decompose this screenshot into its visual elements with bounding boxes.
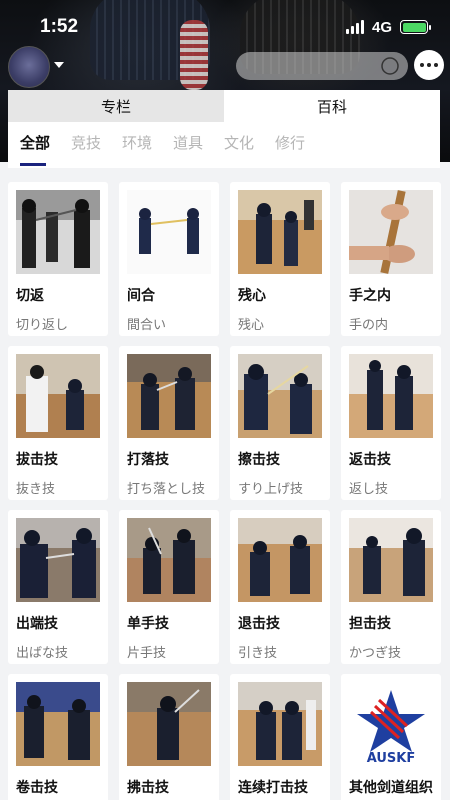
avatar[interactable] xyxy=(8,46,50,88)
card-subtitle: 打ち落とし技 xyxy=(127,482,206,497)
kendo-photo xyxy=(238,190,322,274)
category-tabs: 全部 竞技 环境 道具 文化 修行 xyxy=(8,122,440,168)
card-subtitle: 間合い xyxy=(127,318,167,333)
auskf-logo: AUSKF xyxy=(349,682,433,766)
category-tab-culture[interactable]: 文化 xyxy=(224,122,275,168)
more-button[interactable] xyxy=(414,50,444,80)
kendo-photo xyxy=(16,682,100,766)
card-title: 单手技 xyxy=(127,616,169,632)
card-title: 担击技 xyxy=(349,616,391,632)
card-subtitle: 引き技 xyxy=(238,646,278,661)
card-katsugi[interactable]: 担击技 かつぎ技 xyxy=(341,510,441,664)
card-suriage[interactable]: 擦击技 すり上げ技 xyxy=(230,346,330,500)
card-subtitle: 抜き技 xyxy=(16,482,56,497)
card-debana[interactable]: 出端技 出ばな技 xyxy=(8,510,108,664)
search-icon[interactable] xyxy=(380,56,400,76)
segment-tabs: 专栏 百科 xyxy=(8,90,440,122)
card-subtitle: 切り返し xyxy=(16,318,69,333)
card-title: 拔击技 xyxy=(16,452,58,468)
card-title: 返击技 xyxy=(349,452,391,468)
card-subtitle: 返し技 xyxy=(349,482,389,497)
category-tab-competition[interactable]: 竞技 xyxy=(71,122,122,168)
card-uchiotoshi[interactable]: 打落技 打ち落とし技 xyxy=(119,346,219,500)
card-title: 卷击技 xyxy=(16,780,58,796)
card-maai[interactable]: 间合 間合い xyxy=(119,182,219,336)
card-title: 打落技 xyxy=(127,452,169,468)
card-katatewaza[interactable]: 单手技 片手技 xyxy=(119,510,219,664)
card-zanshin[interactable]: 残心 残心 xyxy=(230,182,330,336)
category-tab-all[interactable]: 全部 xyxy=(20,122,71,168)
kendo-photo xyxy=(127,518,211,602)
card-subtitle: 残心 xyxy=(238,318,265,333)
signal-icon xyxy=(345,20,364,34)
card-subtitle: 出ばな技 xyxy=(16,646,69,661)
card-title: 切返 xyxy=(16,288,44,304)
tab-column[interactable]: 专栏 xyxy=(8,90,224,122)
status-time: 1:52 xyxy=(40,16,79,37)
battery-icon xyxy=(400,20,431,34)
kendo-photo xyxy=(238,518,322,602)
dot-icon xyxy=(427,63,431,67)
kendo-photo xyxy=(238,682,322,766)
search-input[interactable] xyxy=(236,52,408,80)
auskf-logo-text: AUSKF xyxy=(367,751,416,766)
category-tab-practice[interactable]: 修行 xyxy=(275,122,326,168)
card-title: 连续打击技 xyxy=(238,780,308,796)
kendo-photo xyxy=(16,354,100,438)
card-subtitle: かつぎ技 xyxy=(349,646,402,661)
dot-icon xyxy=(434,63,438,67)
card-other-organizations[interactable]: AUSKF 其他剑道组织 xyxy=(341,674,441,800)
card-title: 拂击技 xyxy=(127,780,169,796)
chevron-down-icon[interactable] xyxy=(54,62,64,68)
dot-icon xyxy=(420,63,424,67)
category-tab-environment[interactable]: 环境 xyxy=(122,122,173,168)
kendo-photo xyxy=(16,518,100,602)
tab-encyclopedia[interactable]: 百科 xyxy=(224,90,440,122)
card-subtitle: 手の内 xyxy=(349,318,389,333)
card-title: 退击技 xyxy=(238,616,280,632)
card-tenouchi[interactable]: 手之内 手の内 xyxy=(341,182,441,336)
category-tab-equipment[interactable]: 道具 xyxy=(173,122,224,168)
kendo-photo xyxy=(349,518,433,602)
card-renzoku[interactable]: 连续打击技 xyxy=(230,674,330,800)
card-kirikaeshi[interactable]: 切返 切り返し xyxy=(8,182,108,336)
card-subtitle: 片手技 xyxy=(127,646,167,661)
card-kaeshiwaza[interactable]: 返击技 返し技 xyxy=(341,346,441,500)
kendo-photo xyxy=(127,682,211,766)
status-bar: 1:52 4G xyxy=(0,0,450,54)
kendo-photo xyxy=(127,190,211,274)
kendo-photo xyxy=(238,354,322,438)
card-hikiwaza[interactable]: 退击技 引き技 xyxy=(230,510,330,664)
card-nukiwaza[interactable]: 拔击技 抜き技 xyxy=(8,346,108,500)
kendo-photo xyxy=(127,354,211,438)
content-panel: 专栏 百科 全部 竞技 环境 道具 文化 修行 xyxy=(8,90,440,168)
kendo-photo xyxy=(16,190,100,274)
card-haraiwaza[interactable]: 拂击技 xyxy=(119,674,219,800)
card-title: 擦击技 xyxy=(238,452,280,468)
card-title: 间合 xyxy=(127,288,155,304)
kendo-photo xyxy=(349,354,433,438)
encyclopedia-grid: 切返 切り返し 间合 間合い 残心 残心 手之内 手の内 拔击技 抜き技 打落技 xyxy=(8,182,442,800)
card-makiwaza[interactable]: 卷击技 xyxy=(8,674,108,800)
card-subtitle: すり上げ技 xyxy=(238,482,304,497)
card-title: 手之内 xyxy=(349,288,391,304)
card-title: 出端技 xyxy=(16,616,58,632)
card-title: 其他剑道组织 xyxy=(349,780,433,796)
network-type: 4G xyxy=(371,18,392,36)
kendo-photo xyxy=(349,190,433,274)
card-title: 残心 xyxy=(238,288,266,304)
